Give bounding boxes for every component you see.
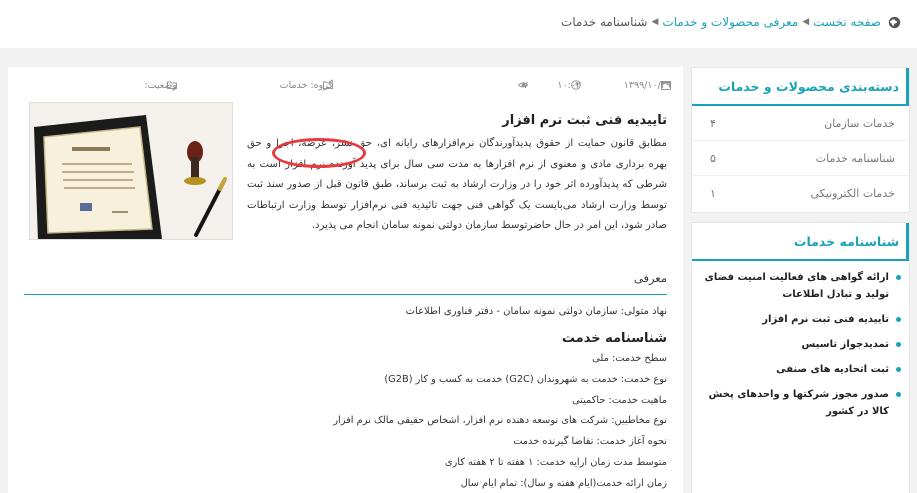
- detail-item: متوسط مدت زمان ارایه خدمت: ۱ هفته تا ۲ ه…: [444, 456, 667, 468]
- detail-item: نحوه آغاز خدمت: تقاضا گیرنده خدمت: [513, 436, 667, 448]
- breadcrumb: صفحه نخست ◀ معرفی محصولات و خدمات ◀ شناس…: [561, 15, 901, 29]
- category-count: ۵: [710, 151, 716, 165]
- section-heading: معرفی: [633, 271, 667, 285]
- breadcrumb-parent[interactable]: معرفی محصولات و خدمات: [662, 15, 798, 29]
- service-link[interactable]: ارائه گواهی های فعالیت امنیت فضای تولید …: [702, 269, 901, 303]
- service-link[interactable]: تمدیدجواز تاسیس: [702, 336, 901, 353]
- category-label: خدمات سازمان: [824, 116, 895, 130]
- category-label: شناسنامه خدمات: [815, 151, 895, 165]
- main-content: ۱۳۹۹/۱۰/۲۹ ۱۰:۰۲ ۷ گروه: خدمات وضعیت: تا…: [8, 67, 683, 493]
- article-image: [29, 102, 233, 240]
- chevron-left-icon: ◀: [802, 17, 810, 27]
- services-list: ارائه گواهی های فعالیت امنیت فضای تولید …: [692, 261, 909, 420]
- service-link[interactable]: تاییدیه فنی ثبت نرم افزار: [702, 311, 901, 328]
- meta-status: وضعیت:: [144, 80, 177, 91]
- category-label: خدمات الکترونیکی: [810, 187, 895, 200]
- service-id-title: شناسنامه خدمت: [561, 331, 667, 346]
- meta-date: ۱۳۹۹/۱۰/۲۹: [624, 80, 671, 91]
- categories-title: دسته‌بندی محصولات و خدمات: [692, 68, 909, 106]
- category-item[interactable]: شناسنامه خدمات ۵: [692, 141, 909, 176]
- article-meta: ۱۳۹۹/۱۰/۲۹ ۱۰:۰۲ ۷ گروه: خدمات وضعیت:: [20, 80, 671, 94]
- highlight-circle: [272, 138, 366, 168]
- section-divider: [24, 294, 667, 295]
- service-owner: نهاد متولی: سازمان دولتی نمونه سامان - د…: [405, 306, 667, 317]
- group-value: گروه: خدمات: [279, 80, 333, 91]
- categories-panel: دسته‌بندی محصولات و خدمات خدمات سازمان ۴…: [691, 67, 910, 213]
- category-count: ۱: [710, 187, 716, 200]
- services-panel: شناسنامه خدمات ارائه گواهی های فعالیت ام…: [691, 222, 910, 493]
- breadcrumb-home[interactable]: صفحه نخست: [813, 15, 881, 29]
- service-details: سطح خدمت: ملی نوع خدمت: خدمت به شهروندان…: [333, 349, 667, 493]
- services-title: شناسنامه خدمات: [692, 223, 909, 261]
- meta-views: ۷: [518, 80, 528, 91]
- category-item[interactable]: خدمات سازمان ۴: [692, 106, 909, 141]
- service-link[interactable]: ثبت اتحادیه های صنفی: [702, 361, 901, 378]
- detail-item: نوع خدمت: خدمت به شهروندان (G2C) خدمت به…: [384, 373, 667, 385]
- breadcrumb-current: شناسنامه خدمات: [561, 15, 648, 29]
- views-value: ۷: [522, 80, 528, 91]
- article-title: تاییدیه فنی ثبت نرم افزار: [502, 113, 667, 128]
- detail-item: ماهیت خدمت: حاکمیتی: [571, 394, 667, 406]
- time-value: ۱۰:۰۲: [557, 80, 581, 91]
- service-link[interactable]: صدور مجوز شرکتها و واحدهای پخش کالا در ک…: [702, 386, 901, 420]
- detail-item: زمان ارائه خدمت(ایام هفته و سال): تمام ا…: [460, 477, 667, 489]
- detail-item: نوع مخاطبین: شرکت های توسعه دهنده نرم اف…: [333, 415, 667, 427]
- meta-group: گروه: خدمات: [280, 80, 333, 91]
- detail-item: سطح خدمت: ملی: [592, 353, 667, 364]
- globe-icon: [888, 16, 901, 28]
- date-value: ۱۳۹۹/۱۰/۲۹: [623, 80, 671, 91]
- chevron-left-icon: ◀: [651, 17, 659, 27]
- category-count: ۴: [710, 116, 716, 130]
- status-value: وضعیت:: [144, 80, 177, 91]
- certificate-image: [30, 103, 232, 239]
- meta-time: ۱۰:۰۲: [557, 80, 581, 91]
- category-item[interactable]: خدمات الکترونیکی ۱: [692, 176, 909, 211]
- top-bar: صفحه نخست ◀ معرفی محصولات و خدمات ◀ شناس…: [0, 0, 917, 48]
